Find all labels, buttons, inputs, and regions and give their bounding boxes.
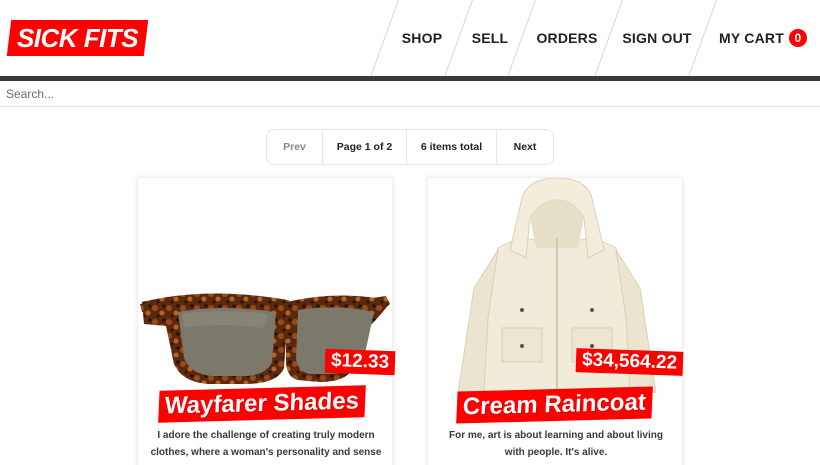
nav-my-cart[interactable]: MY CART 0	[715, 0, 811, 76]
pagination: Prev Page 1 of 2 6 items total Next	[266, 129, 554, 165]
pagination-prev-link[interactable]: Prev	[267, 130, 323, 164]
site-header: SICK FITS SHOP SELL ORDERS SIGN OUT MY C…	[0, 0, 820, 76]
price-tag: $34,564.22	[575, 348, 684, 376]
product-title[interactable]: Cream Raincoat	[462, 389, 646, 422]
nav-sign-out-label[interactable]: SIGN OUT	[622, 30, 691, 46]
main-nav: SHOP SELL ORDERS SIGN OUT MY CART 0	[0, 0, 820, 76]
nav-shop[interactable]: SHOP	[393, 0, 451, 76]
nav-orders-label[interactable]: ORDERS	[536, 30, 597, 46]
nav-cart-label[interactable]: MY CART	[719, 30, 784, 46]
pagination-items-total: 6 items total	[407, 130, 497, 164]
nav-orders[interactable]: ORDERS	[530, 0, 604, 76]
nav-sell[interactable]: SELL	[462, 0, 518, 76]
nav-shop-label[interactable]: SHOP	[402, 30, 442, 46]
price-tag: $12.33	[324, 348, 396, 376]
product-card: $34,564.22 Cream Raincoat For me, art is…	[427, 177, 684, 465]
product-title-link[interactable]: Wayfarer Shades	[158, 385, 366, 423]
cart-count-badge: 0	[788, 29, 807, 47]
pagination-next-link[interactable]: Next	[497, 130, 553, 164]
product-description: For me, art is about learning and about …	[449, 430, 663, 458]
product-description: I adore the challenge of creating truly …	[150, 430, 382, 458]
search-input[interactable]	[0, 81, 820, 106]
nav-sell-label[interactable]: SELL	[472, 30, 509, 46]
nav-sign-out[interactable]: SIGN OUT	[617, 0, 697, 76]
product-title-link[interactable]: Cream Raincoat	[456, 386, 653, 424]
product-card: $12.33 Wayfarer Shades I adore the chall…	[137, 177, 396, 465]
search-bar	[0, 81, 820, 107]
product-title[interactable]: Wayfarer Shades	[164, 387, 359, 420]
pagination-page-indicator: Page 1 of 2	[323, 130, 407, 164]
